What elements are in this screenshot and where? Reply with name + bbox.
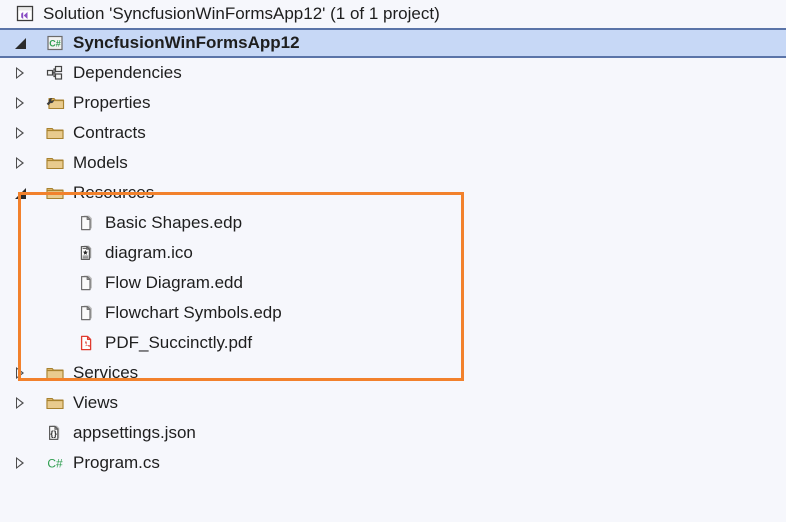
tree-row-label: Program.cs (73, 453, 160, 472)
tree-row-label: Contracts (73, 123, 146, 142)
expander-expanded-icon[interactable] (10, 28, 32, 58)
tree-row-label: Views (73, 393, 119, 412)
tree-row[interactable]: Flow Diagram.edd (0, 268, 786, 298)
tree-row[interactable]: Dependencies (0, 58, 786, 88)
tree-row-label: Basic Shapes.edp (105, 213, 243, 232)
tree-row-label: Flow Diagram.edd (105, 273, 243, 292)
tree-row[interactable]: Services (0, 358, 786, 388)
tree-row-label: Dependencies (73, 63, 182, 82)
tree-row[interactable]: Resources (0, 178, 786, 208)
expander-placeholder (42, 328, 64, 358)
tree-row[interactable]: Contracts (0, 118, 786, 148)
tree-row[interactable]: Properties (0, 88, 786, 118)
expander-placeholder (10, 418, 32, 448)
tree-node-list: Dependencies Properties Contracts Models… (0, 58, 786, 478)
expander-placeholder (42, 208, 64, 238)
json-file-icon: {} (44, 422, 66, 444)
tree-row[interactable]: Flowchart Symbols.edp (0, 298, 786, 328)
tree-row[interactable]: diagram.ico (0, 238, 786, 268)
expander-collapsed-icon[interactable] (10, 58, 32, 88)
tree-row-label: Resources (73, 183, 155, 202)
tree-row-solution[interactable]: Solution 'SyncfusionWinFormsApp12' (1 of… (0, 0, 786, 28)
ico-file-icon (76, 242, 98, 264)
tree-row-label: appsettings.json (73, 423, 196, 442)
solution-label: Solution 'SyncfusionWinFormsApp12' (1 of… (43, 4, 440, 23)
tree-row-label: Models (73, 153, 128, 172)
svg-text:{}: {} (50, 428, 57, 438)
folder-icon (44, 182, 66, 204)
solution-icon (14, 3, 36, 25)
pdf-file-icon (76, 332, 98, 354)
tree-row[interactable]: Views (0, 388, 786, 418)
expander-collapsed-icon[interactable] (10, 448, 32, 478)
folder-icon (44, 152, 66, 174)
expander-placeholder (42, 268, 64, 298)
svg-text:C#: C# (47, 457, 63, 471)
svg-text:C#: C# (49, 39, 61, 49)
tree-row-label: diagram.ico (105, 243, 193, 262)
tree-row-project[interactable]: C# SyncfusionWinFormsApp12 (0, 28, 786, 58)
csharp-project-icon: C# (44, 32, 66, 54)
tree-row-label: Flowchart Symbols.edp (105, 303, 282, 322)
tree-row-label: Services (73, 363, 139, 382)
expander-collapsed-icon[interactable] (10, 358, 32, 388)
expander-expanded-icon[interactable] (10, 178, 32, 208)
expander-collapsed-icon[interactable] (10, 118, 32, 148)
expander-placeholder (42, 298, 64, 328)
solution-explorer-tree[interactable]: Solution 'SyncfusionWinFormsApp12' (1 of… (0, 0, 786, 522)
folder-icon (44, 362, 66, 384)
expander-collapsed-icon[interactable] (10, 88, 32, 118)
tree-row-label: Properties (73, 93, 151, 112)
file-icon (76, 272, 98, 294)
folder-icon (44, 392, 66, 414)
expander-placeholder (42, 238, 64, 268)
tree-row[interactable]: Basic Shapes.edp (0, 208, 786, 238)
tree-row[interactable]: Models (0, 148, 786, 178)
tree-row-label: PDF_Succinctly.pdf (105, 333, 253, 352)
project-label: SyncfusionWinFormsApp12 (73, 33, 300, 52)
file-icon (76, 302, 98, 324)
properties-folder-icon (44, 92, 66, 114)
expander-collapsed-icon[interactable] (10, 148, 32, 178)
dependencies-icon (44, 62, 66, 84)
csharp-file-icon: C# (44, 452, 66, 474)
file-icon (76, 212, 98, 234)
expander-collapsed-icon[interactable] (10, 388, 32, 418)
tree-row[interactable]: C# Program.cs (0, 448, 786, 478)
tree-row[interactable]: {} appsettings.json (0, 418, 786, 448)
folder-icon (44, 122, 66, 144)
tree-row[interactable]: PDF_Succinctly.pdf (0, 328, 786, 358)
